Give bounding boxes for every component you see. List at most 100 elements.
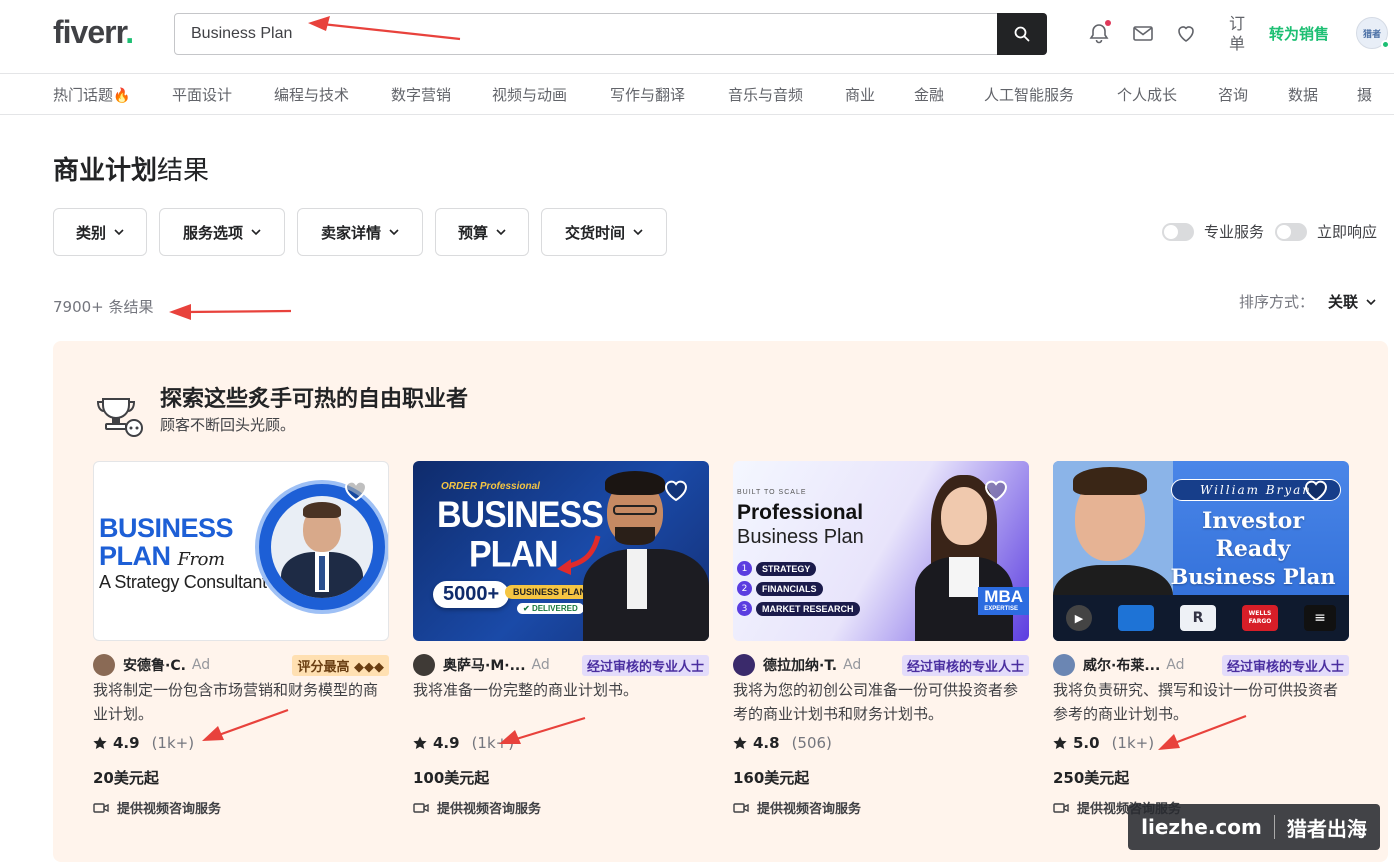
review-count: (1k+): [151, 734, 195, 752]
play-icon: ▶: [1066, 605, 1092, 631]
thumb-item-list: 1 STRATEGY 2 FINANCIALS 3 MARKET RESEARCH: [737, 561, 860, 616]
gig-rating: 4.8 (506): [733, 734, 832, 752]
seller-name[interactable]: 威尔·布莱...: [1083, 655, 1160, 675]
gig-description[interactable]: 我将为您的初创公司准备一份可供投资者参考的商业计划书和财务计划书。: [733, 678, 1029, 726]
toggle-pro-services[interactable]: 专业服务: [1162, 221, 1264, 242]
trophy-icon: [96, 398, 143, 437]
watermark: liezhe.com 猎者出海: [1128, 804, 1380, 850]
instant-response-switch[interactable]: [1275, 222, 1307, 241]
seller-avatar[interactable]: [1053, 654, 1075, 676]
category-music-audio[interactable]: 音乐与音频: [728, 84, 803, 105]
category-business[interactable]: 商业: [845, 84, 875, 105]
chevron-down-icon: [389, 229, 399, 236]
category-graphic-design[interactable]: 平面设计: [172, 84, 232, 105]
fiverr-logo[interactable]: fiverr.: [53, 14, 134, 51]
vetted-pro-badge: 经过审核的专业人士: [901, 654, 1029, 676]
fire-icon: 🔥: [113, 88, 131, 104]
heart-icon[interactable]: [983, 478, 1009, 502]
category-trending[interactable]: 热门话题🔥: [53, 84, 130, 105]
gig-price: 250美元起: [1053, 769, 1130, 787]
heart-icon[interactable]: [663, 478, 689, 502]
heart-icon[interactable]: [343, 478, 369, 502]
gig-card[interactable]: BUSINESS PLAN From A Strategy Consultant…: [93, 461, 389, 831]
search-button[interactable]: [997, 13, 1047, 55]
seller-row: 威尔·布莱... Ad 经过审核的专业人士: [1053, 654, 1349, 676]
category-nav: 热门话题🔥 平面设计 编程与技术 数字营销 视频与动画 写作与翻译 音乐与音频 …: [0, 75, 1394, 115]
seller-avatar[interactable]: [413, 654, 435, 676]
star-icon: [733, 736, 747, 749]
rating-score: 5.0: [1073, 734, 1100, 752]
star-icon: [413, 736, 427, 749]
annotation-arrow-results: [169, 304, 292, 320]
gig-card[interactable]: William Bryan Investor Ready Business Pl…: [1053, 461, 1349, 831]
category-personal-growth[interactable]: 个人成长: [1117, 84, 1177, 105]
category-digital-marketing[interactable]: 数字营销: [391, 84, 451, 105]
gig-price: 20美元起: [93, 769, 159, 787]
gig-rating: 4.9 (1k+): [93, 734, 194, 752]
sort-label: 排序方式：: [1239, 293, 1315, 311]
filter-seller-details[interactable]: 卖家详情: [297, 208, 423, 256]
filter-delivery-time[interactable]: 交货时间: [541, 208, 667, 256]
annotation-arrow-search: [308, 16, 461, 41]
video-camera-icon: [1053, 802, 1069, 813]
r-logo: R: [1180, 605, 1216, 631]
annotation-arrow-rating: [499, 716, 586, 744]
seller-name[interactable]: 奥萨马·M·...: [443, 655, 526, 675]
mba-badge: MBA EXPERTISE: [978, 587, 1029, 615]
ad-label: Ad: [1166, 657, 1185, 673]
gig-card[interactable]: ORDER Professional BUSINESS PLAN 5000+ B…: [413, 461, 709, 831]
rating-score: 4.9: [433, 734, 460, 752]
category-consulting[interactable]: 咨询: [1218, 84, 1248, 105]
thumb-headline: BUSINESS PLAN From: [99, 513, 234, 571]
gig-description[interactable]: 我将准备一份完整的商业计划书。: [413, 678, 709, 702]
pro-services-switch[interactable]: [1162, 222, 1194, 241]
category-photography[interactable]: 摄: [1357, 84, 1372, 105]
filter-budget[interactable]: 预算: [435, 208, 529, 256]
chevron-down-icon: [496, 229, 506, 236]
thumb-topline: BUILT TO SCALE: [737, 489, 807, 496]
seller-avatar[interactable]: [93, 654, 115, 676]
review-count: (1k+): [1111, 734, 1155, 752]
gig-price: 160美元起: [733, 769, 810, 787]
search-input[interactable]: [175, 14, 997, 54]
thumb-headline: Professional: [737, 501, 864, 524]
ad-label: Ad: [531, 657, 550, 673]
sort-dropdown[interactable]: 关联: [1328, 291, 1376, 312]
seller-name[interactable]: 德拉加纳·T.: [763, 655, 837, 675]
filter-category[interactable]: 类别: [53, 208, 147, 256]
plans-count-badge: 5000+: [433, 581, 510, 608]
rating-score: 4.8: [753, 734, 780, 752]
seller-name[interactable]: 安德鲁·C.: [123, 655, 186, 675]
category-programming[interactable]: 编程与技术: [274, 84, 349, 105]
category-video-animation[interactable]: 视频与动画: [492, 84, 567, 105]
category-finance[interactable]: 金融: [914, 84, 944, 105]
filter-service-options[interactable]: 服务选项: [159, 208, 285, 256]
category-ai-services[interactable]: 人工智能服务: [984, 84, 1074, 105]
favorites-heart-icon[interactable]: [1175, 22, 1199, 46]
category-writing-translation[interactable]: 写作与翻译: [610, 84, 685, 105]
video-camera-icon: [93, 802, 109, 813]
delivered-badge: ✔ DELIVERED: [517, 603, 584, 614]
toggle-instant-response[interactable]: 立即响应: [1275, 221, 1377, 242]
featured-freelancers-section: 探索这些炙手可热的自由职业者 顾客不断回头光顾。 BUSINESS PLAN F…: [53, 341, 1388, 862]
notification-dot: [1105, 20, 1111, 26]
online-status-dot: [1381, 40, 1390, 49]
page-title: 商业计划结果: [53, 156, 210, 186]
chevron-down-icon: [633, 229, 643, 236]
gig-card[interactable]: BUILT TO SCALE Professional Business Pla…: [733, 461, 1029, 831]
review-count: (506): [791, 734, 832, 752]
heart-icon[interactable]: [1303, 478, 1329, 502]
messages-envelope-icon[interactable]: [1132, 22, 1156, 46]
seller-avatar[interactable]: [733, 654, 755, 676]
seller-photo: [583, 469, 709, 641]
notification-bell-icon[interactable]: [1088, 20, 1112, 46]
toggle-label: 立即响应: [1317, 223, 1378, 241]
video-consult-note: 提供视频咨询服务: [733, 798, 861, 817]
user-avatar[interactable]: 猎者: [1356, 17, 1390, 49]
wells-fargo-logo: WELLS FARGO: [1242, 605, 1278, 631]
category-data[interactable]: 数据: [1288, 84, 1318, 105]
featured-title: 探索这些炙手可热的自由职业者: [160, 387, 469, 412]
orders-link[interactable]: 订单: [1226, 14, 1248, 54]
gig-price: 100美元起: [413, 769, 490, 787]
become-seller-link[interactable]: 转为销售: [1269, 23, 1329, 44]
